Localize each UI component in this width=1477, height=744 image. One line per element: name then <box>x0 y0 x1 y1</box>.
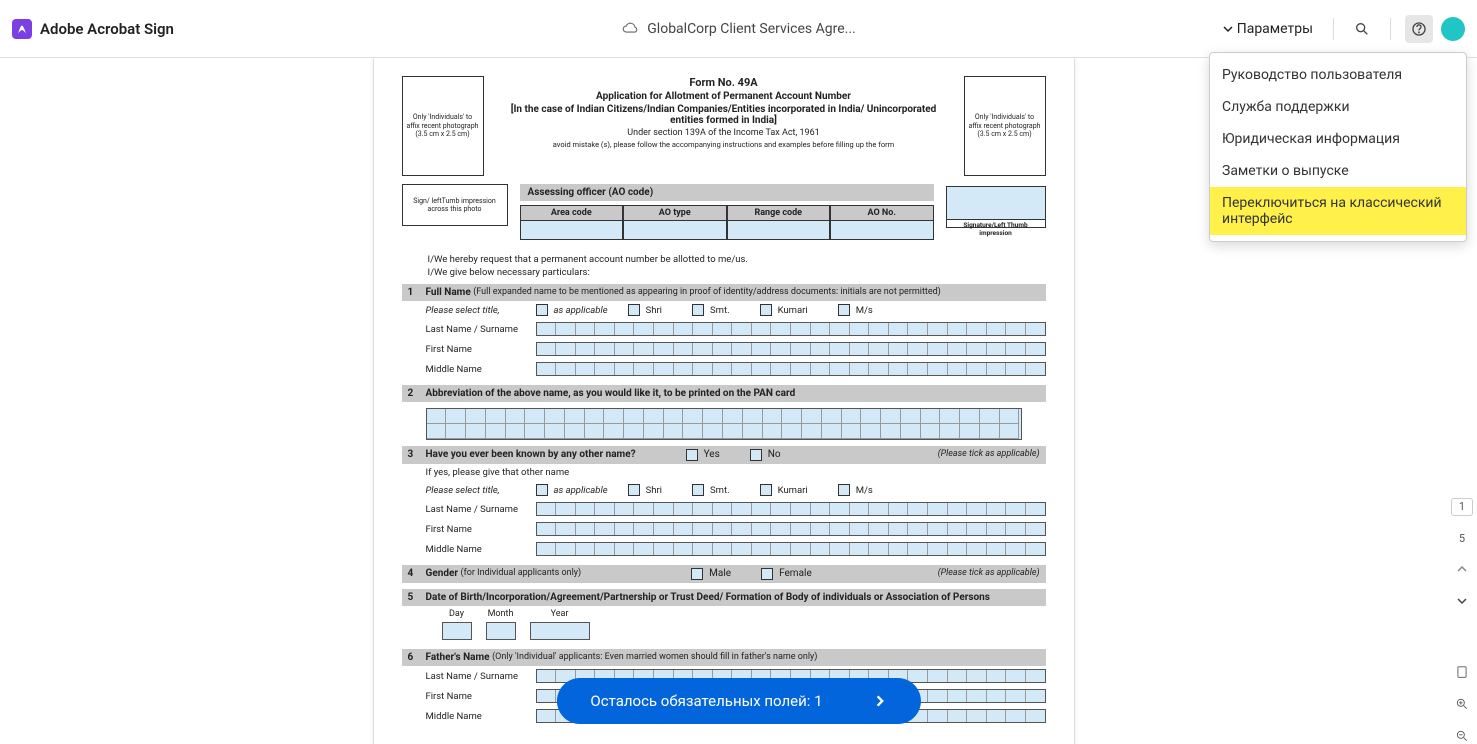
topbar: Adobe Acrobat Sign GlobalCorp Client Ser… <box>0 0 1477 58</box>
document-title-wrap: GlobalCorp Client Services Agre... <box>621 20 855 38</box>
zoom-out-button[interactable] <box>1452 728 1472 744</box>
other-yes[interactable] <box>686 449 698 461</box>
gender-female[interactable] <box>761 568 773 580</box>
middlename-field[interactable] <box>536 362 1046 376</box>
document-title: GlobalCorp Client Services Agre... <box>647 21 855 37</box>
required-fields-pill[interactable]: Осталось обязательных полей: 1 <box>556 678 920 724</box>
form-number: Form No. 49A <box>494 76 954 89</box>
form-title: Application for Allotment of Permanent A… <box>494 91 954 102</box>
photo-box-left: Only 'Individuals' to affix recent photo… <box>402 76 484 176</box>
form-instr: avoid mistake (s), please follow the acc… <box>494 140 954 149</box>
other-lastname-field[interactable] <box>536 502 1046 516</box>
range-code-field[interactable] <box>728 221 830 239</box>
brand: Adobe Acrobat Sign <box>12 19 174 39</box>
page-current[interactable]: 1 <box>1451 498 1473 516</box>
page-up-button[interactable] <box>1452 561 1472 577</box>
ao-no-field[interactable] <box>831 221 933 239</box>
signature-field[interactable] <box>947 187 1045 219</box>
document-page: Only 'Individuals' to affix recent photo… <box>374 58 1074 744</box>
help-icon <box>1411 21 1427 37</box>
other-firstname-field[interactable] <box>536 522 1046 536</box>
acrobat-logo-icon <box>12 19 32 39</box>
help-menu-item-support[interactable]: Служба поддержки <box>1210 91 1466 123</box>
help-menu: Руководство пользователя Служба поддержк… <box>1209 52 1467 242</box>
dob-month-field[interactable] <box>486 622 516 640</box>
ao-heading: Assessing officer (AO code) <box>520 184 934 201</box>
other-middlename-field[interactable] <box>536 542 1046 556</box>
intro-2: I/We give below necessary particulars: <box>402 267 1046 278</box>
help-menu-item-guide[interactable]: Руководство пользователя <box>1210 59 1466 91</box>
help-button[interactable] <box>1405 15 1433 43</box>
search-button[interactable] <box>1348 15 1376 43</box>
dob-year-field[interactable] <box>530 622 590 640</box>
help-menu-item-classic[interactable]: Переключиться на классический интерфейс <box>1210 187 1466 235</box>
abbrev-field[interactable] <box>426 408 1022 440</box>
title-ms[interactable] <box>838 304 850 316</box>
title-kumari[interactable] <box>760 304 772 316</box>
form-section: Under section 139A of the Income Tax Act… <box>494 128 954 138</box>
cloud-icon <box>621 20 639 38</box>
other-no[interactable] <box>750 449 762 461</box>
title-shri[interactable] <box>628 304 640 316</box>
gender-male[interactable] <box>691 568 703 580</box>
top-controls: Параметры <box>1217 15 1465 43</box>
help-menu-item-legal[interactable]: Юридическая информация <box>1210 123 1466 155</box>
divider <box>1390 18 1391 40</box>
firstname-field[interactable] <box>536 342 1046 356</box>
page-total: 5 <box>1459 532 1465 545</box>
lastname-field[interactable] <box>536 322 1046 336</box>
help-menu-item-release[interactable]: Заметки о выпуске <box>1210 155 1466 187</box>
area-code-field[interactable] <box>521 221 623 239</box>
ao-type-field[interactable] <box>624 221 726 239</box>
title-smt[interactable] <box>692 304 704 316</box>
form-subtitle: [In the case of Indian Citizens/Indian C… <box>494 104 954 126</box>
params-dropdown[interactable]: Параметры <box>1217 17 1319 41</box>
fit-page-button[interactable] <box>1452 664 1472 680</box>
chevron-down-icon <box>1223 24 1233 34</box>
dob-day-field[interactable] <box>442 622 472 640</box>
brand-name: Adobe Acrobat Sign <box>40 20 174 38</box>
chevron-right-icon <box>873 694 887 708</box>
divider <box>1333 18 1334 40</box>
ao-table: Area code AO type Range code AO No. <box>520 205 934 240</box>
search-icon <box>1354 21 1370 37</box>
required-fields-text: Осталось обязательных полей: 1 <box>590 692 822 710</box>
signature-box: Signature/Left Thumb impression <box>946 186 1046 228</box>
sign-box-left: Sign/ leftTumb impression across this ph… <box>402 184 508 226</box>
title-chk[interactable] <box>536 304 548 316</box>
photo-box-right: Only 'Individuals' to affix recent photo… <box>964 76 1046 176</box>
user-avatar[interactable] <box>1441 17 1465 41</box>
zoom-in-button[interactable] <box>1452 696 1472 712</box>
intro-1: I/We hereby request that a permanent acc… <box>402 254 1046 265</box>
page-down-button[interactable] <box>1452 593 1472 609</box>
